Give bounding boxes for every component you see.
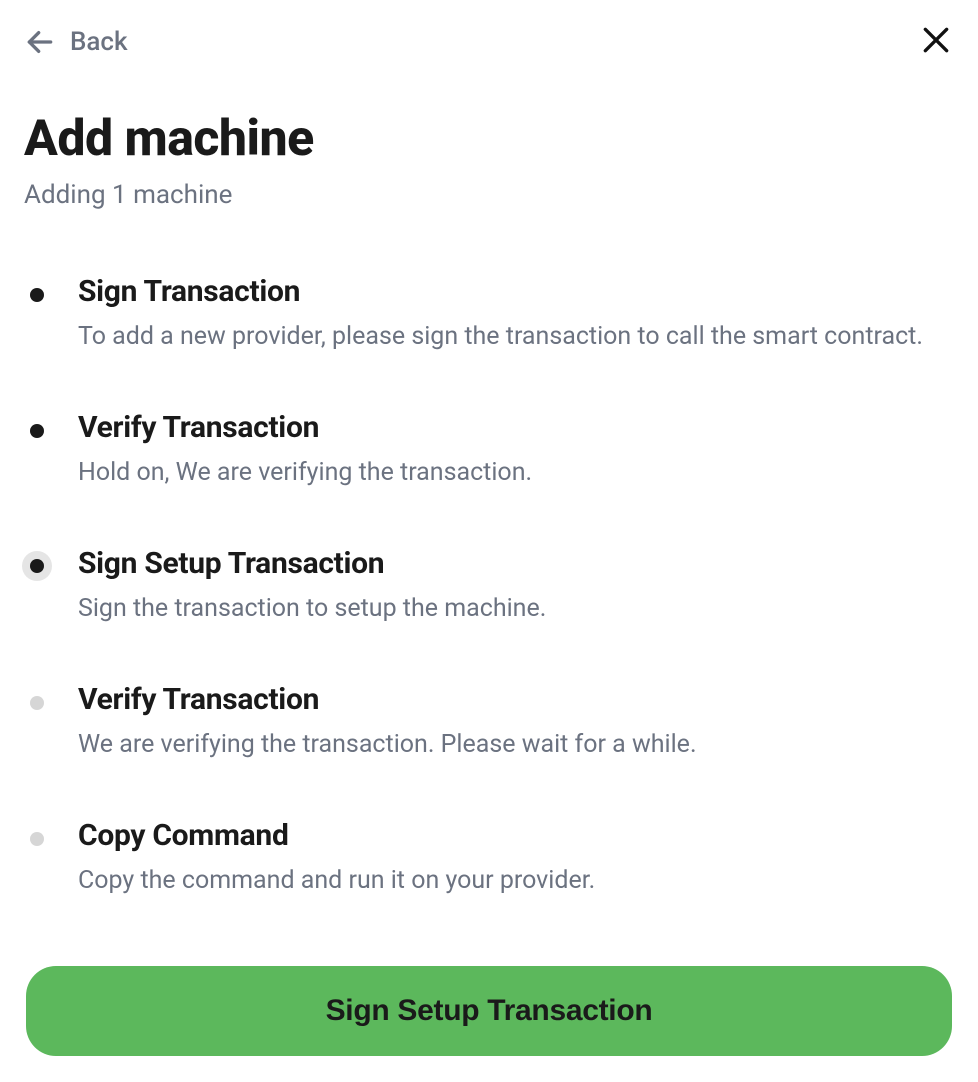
step-description: We are verifying the transaction. Please… [78, 727, 954, 762]
step-title: Verify Transaction [78, 410, 954, 445]
step-description: Sign the transaction to setup the machin… [78, 591, 954, 626]
step-title: Sign Transaction [78, 274, 954, 309]
modal-header: Back [24, 24, 954, 60]
step-item: Sign Setup Transaction Sign the transact… [24, 546, 954, 626]
step-bullet-icon [30, 832, 44, 846]
step-bullet-icon [22, 551, 52, 581]
step-item: Copy Command Copy the command and run it… [24, 818, 954, 898]
back-button[interactable]: Back [24, 26, 128, 58]
close-button[interactable] [918, 24, 954, 60]
sign-setup-transaction-button[interactable]: Sign Setup Transaction [26, 966, 952, 1056]
step-bullet-icon [30, 288, 44, 302]
back-label: Back [70, 27, 128, 57]
step-title: Sign Setup Transaction [78, 546, 954, 581]
arrow-left-icon [24, 26, 56, 58]
step-bullet-icon [30, 696, 44, 710]
steps-list: Sign Transaction To add a new provider, … [24, 274, 954, 898]
step-content: Sign Setup Transaction Sign the transact… [78, 546, 954, 626]
page-title: Add machine [24, 110, 954, 168]
step-description: Hold on, We are verifying the transactio… [78, 455, 954, 490]
step-bullet-icon [30, 424, 44, 438]
step-content: Copy Command Copy the command and run it… [78, 818, 954, 898]
step-content: Verify Transaction We are verifying the … [78, 682, 954, 762]
step-item: Sign Transaction To add a new provider, … [24, 274, 954, 354]
step-item: Verify Transaction We are verifying the … [24, 682, 954, 762]
step-content: Verify Transaction Hold on, We are verif… [78, 410, 954, 490]
title-section: Add machine Adding 1 machine [24, 110, 954, 210]
page-subtitle: Adding 1 machine [24, 180, 954, 210]
step-description: Copy the command and run it on your prov… [78, 863, 954, 898]
step-content: Sign Transaction To add a new provider, … [78, 274, 954, 354]
close-icon [920, 24, 952, 60]
step-description: To add a new provider, please sign the t… [78, 319, 954, 354]
step-title: Verify Transaction [78, 682, 954, 717]
step-item: Verify Transaction Hold on, We are verif… [24, 410, 954, 490]
step-title: Copy Command [78, 818, 954, 853]
